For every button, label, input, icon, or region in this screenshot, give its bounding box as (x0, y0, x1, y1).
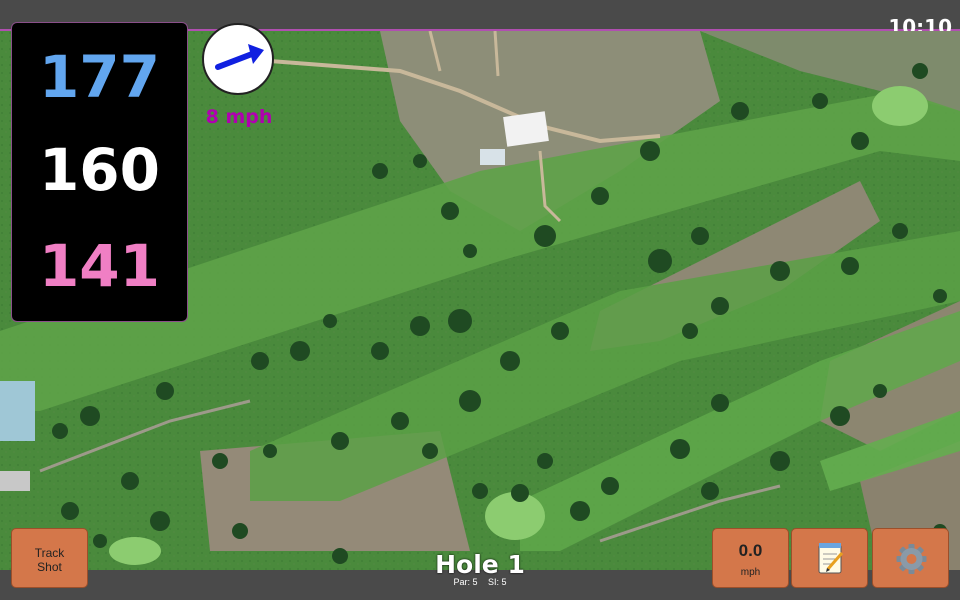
distance-front: 141 (38, 232, 161, 300)
hole-stroke-index: SI: 5 (488, 577, 507, 587)
distance-panel: 177 160 141 (11, 22, 188, 322)
wind-button-value: 0.0 (738, 541, 763, 560)
wind-direction-dial (202, 23, 274, 95)
settings-button[interactable] (872, 528, 949, 588)
hole-title: Hole 1 (435, 550, 525, 579)
hole-par: Par: 5 (453, 577, 478, 587)
distance-middle: 160 (38, 136, 161, 204)
track-shot-label-line2: Shot (37, 560, 62, 574)
scorecard-button[interactable] (791, 528, 868, 588)
wind-button-unit: mph (740, 567, 761, 578)
distance-back: 177 (38, 43, 161, 111)
track-shot-label-line1: Track (34, 546, 65, 560)
gear-icon (896, 544, 927, 574)
hole-info: Par: 5 SI: 5 (380, 577, 580, 587)
wind-button[interactable]: 0.0 mph (712, 528, 789, 588)
notepad-icon (818, 543, 844, 574)
wind-speed-label: 8 mph (205, 106, 273, 128)
wind-arrow-icon (215, 44, 264, 70)
track-shot-button[interactable]: Track Shot (11, 528, 88, 588)
